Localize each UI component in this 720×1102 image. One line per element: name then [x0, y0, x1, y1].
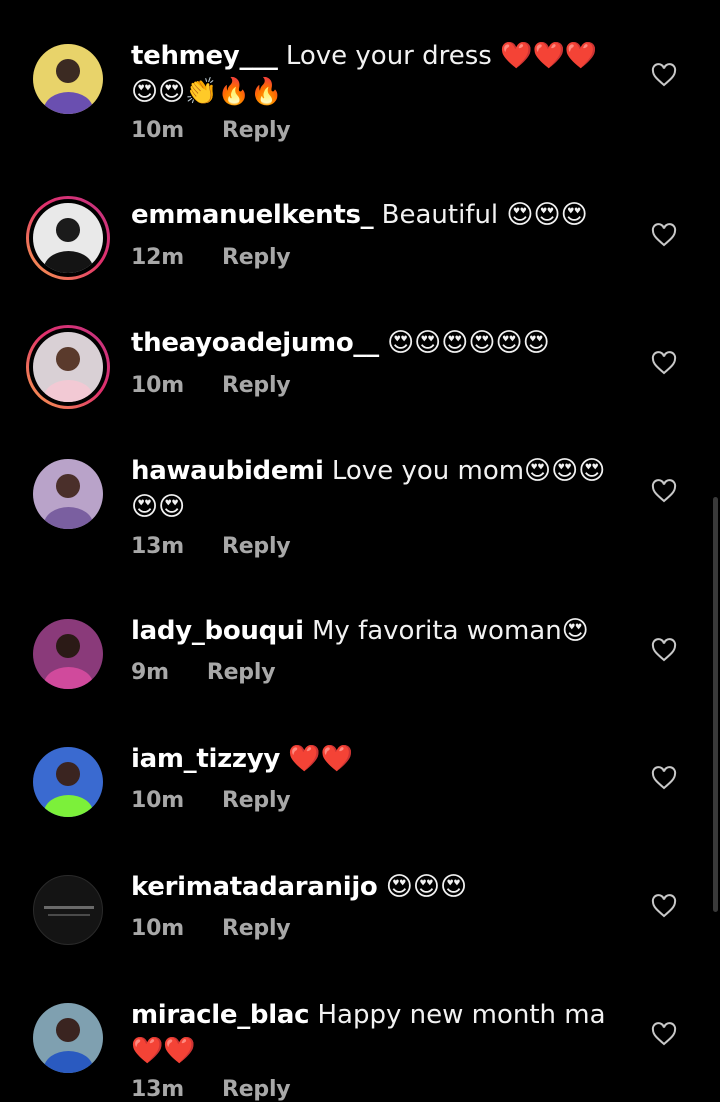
avatar[interactable] — [26, 868, 110, 952]
comment-text: kerimatadaranijo 😍😍😍 — [131, 869, 611, 905]
comment-username[interactable]: kerimatadaranijo — [131, 872, 378, 902]
heart-outline-icon[interactable] — [651, 223, 677, 247]
comment-meta: 13m Reply — [131, 534, 291, 559]
reply-button[interactable]: Reply — [222, 916, 291, 941]
scrollbar[interactable] — [713, 497, 718, 912]
avatar-image — [33, 459, 103, 529]
comment-username[interactable]: miracle_blac — [131, 1000, 310, 1030]
heart-outline-icon[interactable] — [651, 638, 677, 662]
reply-button[interactable]: Reply — [222, 245, 291, 270]
avatar[interactable] — [26, 37, 110, 121]
avatar-image — [33, 875, 103, 945]
comment-username[interactable]: emmanuelkents_ — [131, 200, 374, 230]
avatar[interactable] — [26, 996, 110, 1080]
comment-username[interactable]: hawaubidemi — [131, 456, 324, 486]
avatar-image — [33, 44, 103, 114]
comment-text: miracle_blac Happy new month ma❤️❤️ — [131, 997, 611, 1069]
reply-button[interactable]: Reply — [222, 1077, 291, 1102]
reply-button[interactable]: Reply — [207, 660, 276, 685]
comment-body: My favorita woman😍 — [312, 616, 589, 646]
avatar-image — [33, 203, 103, 273]
heart-outline-icon[interactable] — [651, 894, 677, 918]
comment-text: iam_tizzyy ❤️❤️ — [131, 741, 611, 777]
comment-meta: 9m Reply — [131, 660, 276, 685]
heart-outline-icon[interactable] — [651, 63, 677, 87]
avatar-image — [33, 747, 103, 817]
comment-time: 13m — [131, 1077, 184, 1102]
comment-body: Beautiful 😍😍😍 — [381, 200, 588, 230]
avatar-image — [33, 619, 103, 689]
comment-time: 10m — [131, 118, 184, 143]
avatar-image — [33, 1003, 103, 1073]
reply-button[interactable]: Reply — [222, 534, 291, 559]
heart-outline-icon[interactable] — [651, 766, 677, 790]
reply-button[interactable]: Reply — [222, 373, 291, 398]
comment-username[interactable]: iam_tizzyy — [131, 744, 280, 774]
comment-meta: 12m Reply — [131, 245, 291, 270]
comment-username[interactable]: lady_bouqui — [131, 616, 304, 646]
avatar[interactable] — [26, 612, 110, 696]
comment-text: emmanuelkents_ Beautiful 😍😍😍 — [131, 197, 611, 233]
comment-time: 10m — [131, 373, 184, 398]
comment-time: 10m — [131, 916, 184, 941]
reply-button[interactable]: Reply — [222, 788, 291, 813]
comment-text: theayoadejumo__ 😍😍😍😍😍😍 — [131, 325, 611, 361]
heart-outline-icon[interactable] — [651, 479, 677, 503]
comment-text: hawaubidemi Love you mom😍😍😍😍😍 — [131, 453, 611, 525]
reply-button[interactable]: Reply — [222, 118, 291, 143]
comment-time: 12m — [131, 245, 184, 270]
comment-body: 😍😍😍😍😍😍 — [387, 328, 550, 358]
comment-meta: 13m Reply — [131, 1077, 291, 1102]
comment-text: tehmey___ Love your dress ❤️❤️❤️😍😍👏🔥🔥 — [131, 38, 611, 110]
comment-meta: 10m Reply — [131, 916, 291, 941]
comment-meta: 10m Reply — [131, 373, 291, 398]
avatar[interactable] — [26, 452, 110, 536]
comment-meta: 10m Reply — [131, 788, 291, 813]
avatar[interactable] — [26, 325, 110, 409]
comment-text: lady_bouqui My favorita woman😍 — [131, 613, 611, 649]
avatar-image — [33, 332, 103, 402]
comment-body: 😍😍😍 — [385, 872, 468, 902]
comment-time: 9m — [131, 660, 169, 685]
comment-time: 13m — [131, 534, 184, 559]
comment-username[interactable]: tehmey___ — [131, 41, 278, 71]
avatar[interactable] — [26, 196, 110, 280]
comment-body: ❤️❤️ — [288, 744, 354, 774]
heart-outline-icon[interactable] — [651, 351, 677, 375]
comment-meta: 10m Reply — [131, 118, 291, 143]
heart-outline-icon[interactable] — [651, 1022, 677, 1046]
avatar[interactable] — [26, 740, 110, 824]
comment-username[interactable]: theayoadejumo__ — [131, 328, 379, 358]
comment-time: 10m — [131, 788, 184, 813]
